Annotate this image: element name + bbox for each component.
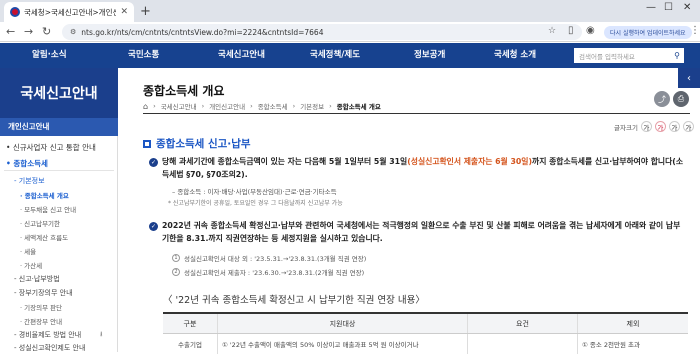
sidebar-item-flowchart[interactable]: · 세액계산 흐름도	[0, 232, 118, 242]
square-bullet-icon	[143, 139, 151, 148]
breadcrumb-separator: ›	[153, 102, 156, 110]
breadcrumb-separator: ›	[201, 102, 205, 110]
check-icon: ✓	[149, 158, 158, 167]
paragraph-filing-period: 당해 과세기간에 종합소득금액이 있는 자는 다음해 5월 1일부터 5월 31…	[162, 157, 683, 179]
divider	[4, 170, 114, 171]
list-item-text: 성실신고확인서 대상 외 : '23.5.31.→'23.8.31.(3개월 직…	[184, 255, 367, 263]
close-icon[interactable]: ✕	[120, 7, 128, 17]
sidebar-item-overview[interactable]: · 종합소득세 개요	[0, 190, 118, 200]
table-header: 요건	[468, 314, 578, 333]
home-icon[interactable]: ⌂	[143, 102, 148, 111]
breadcrumb-separator: ›	[292, 102, 296, 110]
bookmark-star-icon[interactable]: ☆	[548, 26, 556, 36]
sidebar-section[interactable]: 개인신고안내	[0, 118, 118, 136]
tab-title: 국세청>국세신고안내>개인신고안내	[24, 7, 117, 17]
font-size-default-button[interactable]: 가	[654, 121, 666, 132]
sidebar-item-income-tax[interactable]: • 종합소득세	[0, 158, 118, 169]
gnb-item-about[interactable]: 국세청 소개	[494, 43, 536, 68]
section-title: 종합소득세 신고·납부	[143, 136, 251, 151]
extension-table: 구분 지원대상 요건 제외 수출기업 ① '22년 수출액이 매출액의 50% …	[163, 312, 688, 354]
share-icon[interactable]: ⤴	[654, 91, 670, 107]
site-info-icon[interactable]: ⚙	[70, 28, 76, 36]
income-types-note: – 종합소득 : 이자·배당·사업(부동산임대)·근로·연금·기타소득	[172, 188, 337, 196]
search-icon[interactable]: ⚲	[674, 51, 680, 60]
sidebar-item-bookkeeping[interactable]: - 장부기장의무 안내	[0, 288, 118, 298]
list-item-text: 성실신고확인서 제출자 : '23.6.30.→'23.8.31.(2개월 직권…	[184, 269, 365, 277]
gnb-item-tax-policy[interactable]: 국세정책/제도	[310, 43, 360, 68]
table-header: 제외	[626, 319, 640, 328]
chevron-left-icon[interactable]: ‹	[678, 68, 700, 88]
global-nav: 알림·소식 국민소통 국세신고안내 국세정책/제도 정보공개 국세청 소개 검색…	[0, 43, 700, 68]
check-icon: ✓	[149, 222, 158, 231]
sidebar-heading: 국세신고안내	[0, 68, 118, 118]
breadcrumb: ⌂ › 국세신고안내 › 개인신고안내 › 종합소득세 › 기본정보 › 종합소…	[143, 101, 381, 112]
table-cell	[468, 334, 578, 354]
breadcrumb-item[interactable]: 종합소득세	[258, 101, 288, 111]
number-badge: 2	[172, 268, 180, 276]
breadcrumb-item[interactable]: 기본정보	[300, 101, 324, 111]
sidebar-item-auto-fill[interactable]: · 모두채움 신고 안내	[0, 204, 118, 214]
sidebar-item-deadline[interactable]: · 신고납부기한	[0, 218, 118, 228]
window-close-icon[interactable]: ✕	[683, 2, 691, 13]
search-placeholder: 검색어를 입력하세요	[579, 52, 635, 61]
breadcrumb-item[interactable]: 개인신고안내	[209, 101, 245, 111]
list-item: 1 성실신고확인서 대상 외 : '23.5.31.→'23.8.31.(3개월…	[172, 253, 366, 263]
gnb-item-news[interactable]: 알림·소식	[32, 43, 67, 68]
gnb-item-communication[interactable]: 국민소통	[128, 43, 159, 68]
number-badge: 1	[172, 254, 180, 262]
maximize-icon[interactable]: ☐	[664, 2, 673, 13]
url-field[interactable]: ⚙ nts.go.kr/nts/cm/cntnts/cntntsView.do?…	[62, 24, 582, 40]
breadcrumb-separator: ›	[329, 102, 332, 110]
browser-tabbar: 국세청>국세신고안내>개인신고안내 ✕ + — ☐ ✕	[0, 0, 700, 22]
breadcrumb-separator: ›	[250, 102, 253, 110]
breadcrumb-current: 종합소득세 개요	[336, 103, 381, 111]
back-icon[interactable]: ←	[6, 25, 15, 39]
section-title-text: 종합소득세 신고·납부	[156, 138, 251, 150]
site-search-input[interactable]: 검색어를 입력하세요 ⚲	[574, 48, 684, 63]
sidebar-item-filing-method[interactable]: - 신고·납부방법	[0, 274, 118, 284]
font-size-label: 글자크기	[614, 123, 638, 132]
font-size-control: 글자크기 가 가 가 가	[614, 121, 694, 132]
url-text: nts.go.kr/nts/cm/cntnts/cntntsView.do?mi…	[81, 27, 324, 37]
table-header: 구분	[163, 314, 218, 333]
sidebar-item-bookkeeping-judge[interactable]: · 기장의무 판단	[0, 302, 118, 312]
breadcrumb-item[interactable]: 국세신고안내	[161, 101, 197, 111]
sidebar-item-basic-info[interactable]: - 기본정보	[0, 176, 118, 186]
update-button[interactable]: 다시 실행하여 업데이트하세요	[604, 26, 692, 39]
address-bar: ← → ↻ ⚙ nts.go.kr/nts/cm/cntnts/cntntsVi…	[0, 22, 700, 42]
new-tab-icon[interactable]: +	[140, 4, 151, 19]
site-favicon-icon	[10, 7, 20, 17]
divider	[143, 113, 690, 114]
sidebar-item-simple-ledger[interactable]: · 간편장부 안내	[0, 316, 118, 326]
minimize-icon[interactable]: —	[646, 2, 656, 13]
print-icon[interactable]: ⎙	[673, 91, 689, 107]
page-title: 종합소득세 개요	[143, 84, 225, 98]
table-row: 수출기업 ① '22년 수출액이 매출액의 50% 이상이고 매출과표 5억 원…	[163, 334, 688, 354]
table-title: 〈 '22년 귀속 종합소득세 확정신고 시 납부기한 직권 연장 내용〉	[163, 295, 425, 306]
table-header-row: 구분 지원대상 요건 제외	[163, 314, 688, 334]
browser-tab[interactable]: 국세청>국세신고안내>개인신고안내 ✕	[4, 2, 134, 22]
table-cell: ① '22년 수출액이 매출액의 50% 이상이고 매출과표 5억 원 이상이거…	[218, 334, 468, 354]
sidebar: 개인신고안내 • 신규사업자 신고 통합 안내 • 종합소득세 - 기본정보 ·…	[0, 118, 118, 352]
font-size-largest-button[interactable]: 가	[682, 121, 694, 132]
holiday-note: * 신고납부기한이 공휴일, 토요일인 경우 그 다음날까지 신고납부 가능	[168, 200, 343, 207]
sidebar-item-penalty[interactable]: · 가산세	[0, 260, 118, 270]
sidepanel-icon[interactable]: ▯	[568, 25, 574, 36]
sidebar-item-new-business[interactable]: • 신규사업자 신고 통합 안내	[0, 142, 118, 153]
list-item: 2 성실신고확인서 제출자 : '23.6.30.→'23.8.31.(2개월 …	[172, 267, 364, 277]
profile-icon[interactable]: ◉	[586, 25, 595, 36]
sidebar-item-tax-rate[interactable]: · 세율	[0, 246, 118, 256]
font-size-larger-button[interactable]: 가	[668, 121, 680, 132]
table-cell: 수출기업	[163, 334, 218, 354]
table-header: 지원대상	[218, 314, 468, 333]
gnb-item-disclosure[interactable]: 정보공개	[414, 43, 445, 68]
gnb-item-tax-filing[interactable]: 국세신고안내	[218, 43, 265, 68]
download-icon[interactable]: ⭳	[100, 330, 102, 341]
table-cell: ① 종소 2천만원 초과	[582, 341, 641, 349]
menu-kebab-icon[interactable]: ⋮	[690, 25, 700, 36]
forward-icon[interactable]: →	[24, 25, 33, 39]
paragraph-extension: 2022년 귀속 종합소득세 확정신고·납부와 관련하여 국세청에서는 적극행정…	[162, 221, 681, 243]
reload-icon[interactable]: ↻	[42, 25, 51, 39]
font-size-smaller-button[interactable]: 가	[640, 121, 652, 132]
